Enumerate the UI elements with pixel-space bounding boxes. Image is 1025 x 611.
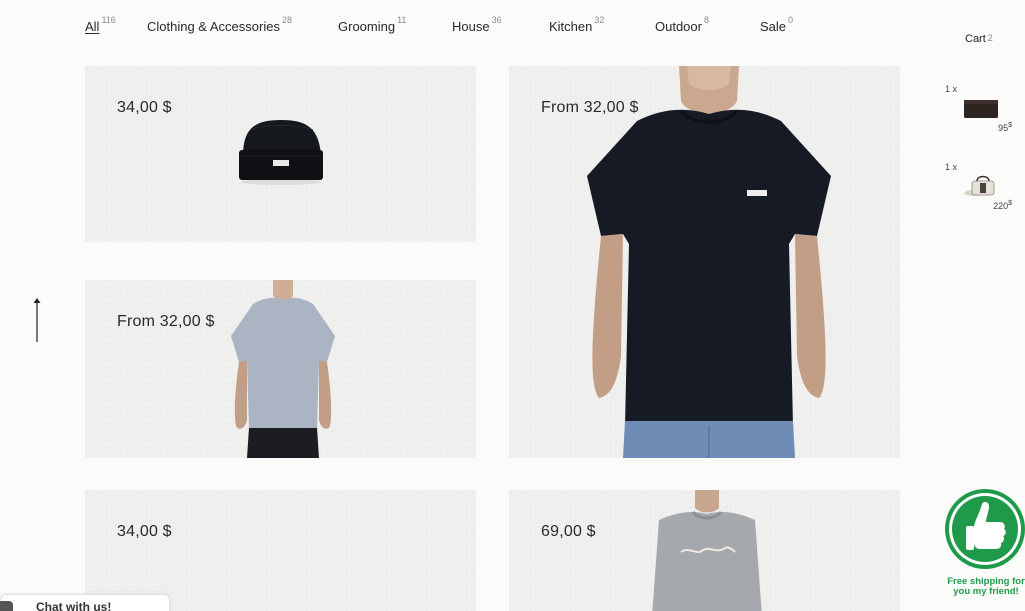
nav-item-label: Grooming bbox=[338, 19, 396, 34]
nav-item-house[interactable]: House 36 bbox=[452, 15, 502, 34]
nav-item-clothing-accessories[interactable]: Clothing & Accessories 28 bbox=[147, 15, 292, 34]
product-price: 34,00 $ bbox=[117, 523, 172, 540]
nav-item-label: All bbox=[85, 19, 100, 34]
cart-title: Cart bbox=[965, 33, 986, 45]
nav-item-all[interactable]: All 116 bbox=[85, 15, 116, 34]
product-price: From 32,00 $ bbox=[117, 313, 215, 330]
arrow-up-icon[interactable] bbox=[30, 296, 44, 344]
nav-item-count: 36 bbox=[491, 15, 502, 25]
nav-item-kitchen[interactable]: Kitchen 32 bbox=[549, 15, 605, 34]
nav-item-label: Kitchen bbox=[549, 19, 593, 34]
nav-item-count: 8 bbox=[703, 15, 709, 25]
nav-item-label: House bbox=[452, 19, 490, 34]
chat-label: Chat with us! bbox=[36, 600, 112, 611]
chat-widget[interactable]: Chat with us! bbox=[0, 594, 170, 611]
product-price: From 32,00 $ bbox=[541, 99, 639, 116]
cart-item-price: 220$ bbox=[993, 200, 1012, 211]
nav-item-label: Outdoor bbox=[655, 19, 702, 34]
grey-sweatshirt-image bbox=[652, 490, 762, 611]
cart-item[interactable]: 1 x 220$ bbox=[940, 162, 1020, 232]
cart-link[interactable]: Cart 2 bbox=[965, 33, 993, 45]
wallet-icon bbox=[964, 100, 998, 118]
bag-icon bbox=[964, 175, 995, 196]
nav-item-label: Sale bbox=[760, 19, 787, 34]
nav-item-count: 11 bbox=[397, 15, 407, 25]
page: All 116 Clothing & Accessories 28 Grooming… bbox=[0, 0, 1025, 611]
beanie-image bbox=[239, 120, 323, 185]
product-price: 69,00 $ bbox=[541, 523, 596, 540]
product-card[interactable]: 34,00 $ bbox=[85, 66, 476, 242]
nav-item-count: 0 bbox=[788, 15, 794, 25]
currency: $ bbox=[1008, 200, 1012, 207]
nav-item-count: 116 bbox=[101, 15, 116, 25]
cart-count: 2 bbox=[987, 33, 993, 43]
price-value: 95 bbox=[998, 123, 1009, 133]
nav-item-sale[interactable]: Sale 0 bbox=[760, 15, 794, 34]
nav-item-outdoor[interactable]: Outdoor 8 bbox=[655, 15, 709, 34]
grey-tshirt-image bbox=[231, 280, 335, 458]
product-price: 34,00 $ bbox=[117, 99, 172, 116]
product-card[interactable]: 69,00 $ bbox=[509, 490, 900, 611]
price-value: 220 bbox=[993, 201, 1009, 211]
promo-text: Free shipping for you my friend! bbox=[947, 576, 1025, 597]
thumbs-up-icon bbox=[945, 489, 1025, 569]
free-shipping-promo[interactable]: Free shipping for you my friend! bbox=[944, 488, 1025, 611]
navy-tshirt-image bbox=[587, 66, 831, 458]
cart-item-qty: 1 x bbox=[945, 162, 958, 172]
chat-bubble-icon bbox=[0, 601, 13, 611]
currency: $ bbox=[1008, 122, 1012, 129]
cart-item-qty: 1 x bbox=[945, 84, 958, 94]
nav-item-label: Clothing & Accessories bbox=[147, 19, 280, 34]
nav-item-count: 28 bbox=[281, 15, 292, 25]
cart-item-price: 95$ bbox=[998, 122, 1012, 133]
nav-item-count: 32 bbox=[594, 15, 605, 25]
nav-item-grooming[interactable]: Grooming 11 bbox=[338, 15, 407, 34]
product-card[interactable]: From 32,00 $ bbox=[85, 280, 476, 458]
product-card[interactable]: 34,00 $ bbox=[85, 490, 476, 611]
product-card[interactable]: From 32,00 $ bbox=[509, 66, 900, 458]
cart-item[interactable]: 1 x 95$ bbox=[940, 84, 1020, 154]
